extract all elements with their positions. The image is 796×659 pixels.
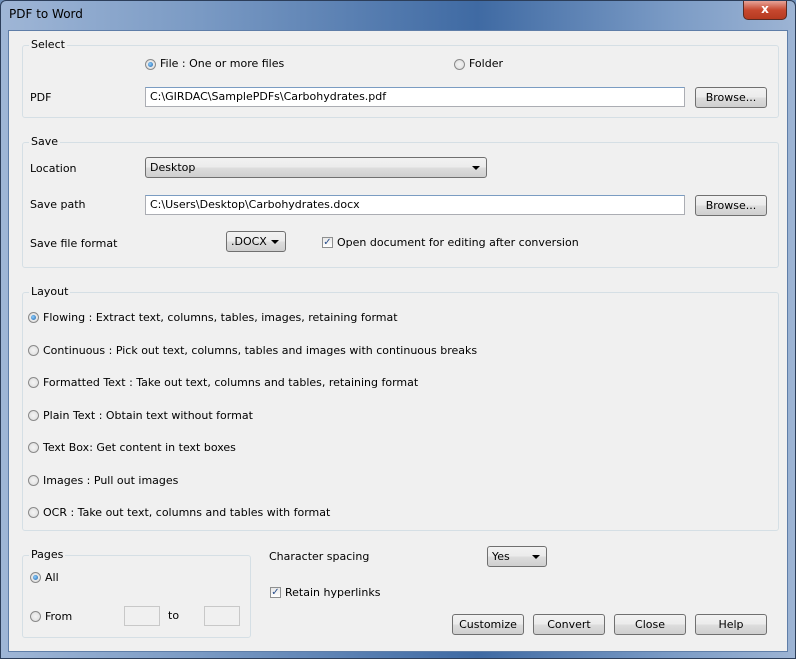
close-icon: x bbox=[761, 2, 769, 16]
dialog-window: PDF to Word x Select File : One or more … bbox=[0, 0, 796, 659]
retain-hyperlinks-label: Retain hyperlinks bbox=[285, 586, 381, 599]
close-button[interactable]: Close bbox=[614, 614, 686, 635]
layout-label-images: Images : Pull out images bbox=[43, 474, 179, 487]
layout-radio-continuous[interactable] bbox=[28, 345, 39, 356]
pages-all-label: All bbox=[45, 571, 59, 584]
layout-radio-flowing[interactable] bbox=[28, 312, 39, 323]
dialog-body: Select File : One or more files Folder P… bbox=[8, 30, 788, 652]
char-spacing-dropdown[interactable]: Yes bbox=[487, 546, 547, 567]
pages-from-radio[interactable] bbox=[30, 611, 41, 622]
save-path-label: Save path bbox=[30, 198, 86, 211]
help-button[interactable]: Help bbox=[695, 614, 767, 635]
location-dropdown[interactable]: Desktop bbox=[145, 157, 487, 178]
layout-label-text-box: Text Box: Get content in text boxes bbox=[43, 441, 236, 454]
select-group-label: Select bbox=[29, 38, 67, 51]
pdf-browse-button[interactable]: Browse... bbox=[695, 87, 767, 108]
page-from-input[interactable] bbox=[124, 606, 160, 626]
retain-hyperlinks-checkbox[interactable]: ✓ bbox=[270, 587, 281, 598]
save-path-input[interactable]: C:\Users\Desktop\Carbohydrates.docx bbox=[145, 195, 685, 215]
chevron-down-icon bbox=[271, 240, 279, 244]
save-format-value: .DOCX bbox=[231, 235, 267, 248]
layout-label-formatted-text: Formatted Text : Take out text, columns … bbox=[43, 376, 419, 389]
window-title: PDF to Word bbox=[9, 7, 83, 21]
location-value: Desktop bbox=[150, 161, 196, 174]
save-format-dropdown[interactable]: .DOCX bbox=[226, 231, 286, 252]
title-bar[interactable]: PDF to Word x bbox=[1, 1, 795, 29]
layout-label-continuous: Continuous : Pick out text, columns, tab… bbox=[43, 344, 478, 357]
pdf-path-input[interactable]: C:\GIRDAC\SamplePDFs\Carbohydrates.pdf bbox=[145, 87, 685, 107]
layout-radio-formatted-text[interactable] bbox=[28, 377, 39, 388]
open-doc-checkbox[interactable]: ✓ bbox=[322, 237, 333, 248]
layout-radio-ocr[interactable] bbox=[28, 507, 39, 518]
folder-radio[interactable] bbox=[454, 59, 465, 70]
open-doc-label: Open document for editing after conversi… bbox=[337, 236, 579, 249]
layout-radio-images[interactable] bbox=[28, 475, 39, 486]
save-format-label: Save file format bbox=[30, 237, 118, 250]
location-label: Location bbox=[30, 162, 77, 175]
customize-button[interactable]: Customize bbox=[452, 614, 524, 635]
layout-label-flowing: Flowing : Extract text, columns, tables,… bbox=[43, 311, 398, 324]
layout-group-label: Layout bbox=[29, 285, 71, 298]
select-group: Select bbox=[22, 38, 779, 118]
chevron-down-icon bbox=[472, 166, 480, 170]
file-radio-label: File : One or more files bbox=[160, 57, 285, 70]
layout-label-ocr: OCR : Take out text, columns and tables … bbox=[43, 506, 331, 519]
pdf-label: PDF bbox=[30, 91, 52, 104]
file-radio[interactable] bbox=[145, 59, 156, 70]
pages-from-label: From bbox=[45, 610, 73, 623]
pages-all-radio[interactable] bbox=[30, 572, 41, 583]
save-browse-button[interactable]: Browse... bbox=[695, 195, 767, 216]
layout-radio-plain-text[interactable] bbox=[28, 410, 39, 421]
pages-to-label: to bbox=[168, 609, 180, 622]
save-group-label: Save bbox=[29, 135, 61, 148]
page-to-input[interactable] bbox=[204, 606, 240, 626]
chevron-down-icon bbox=[532, 555, 540, 559]
layout-label-plain-text: Plain Text : Obtain text without format bbox=[43, 409, 253, 422]
char-spacing-label: Character spacing bbox=[269, 550, 370, 563]
char-spacing-value: Yes bbox=[492, 550, 510, 563]
close-window-button[interactable]: x bbox=[743, 1, 787, 20]
convert-button[interactable]: Convert bbox=[533, 614, 605, 635]
layout-radio-text-box[interactable] bbox=[28, 442, 39, 453]
folder-radio-label: Folder bbox=[469, 57, 503, 70]
pages-group-label: Pages bbox=[29, 548, 66, 561]
